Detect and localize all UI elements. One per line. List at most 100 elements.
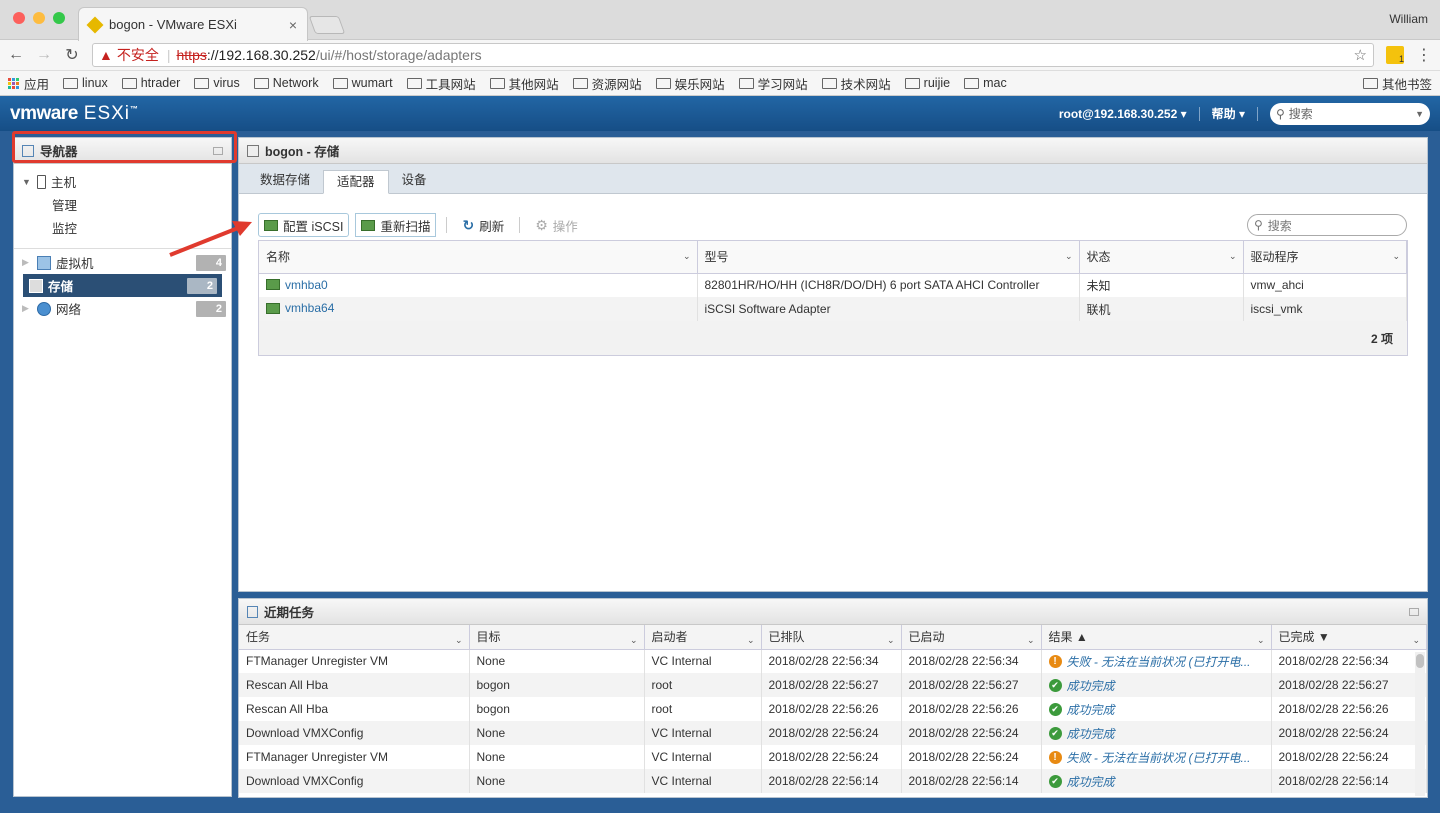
column-header[interactable]: 目标 ⌄ xyxy=(469,625,645,650)
chevron-down-icon[interactable]: ⌄ xyxy=(747,635,755,646)
bookmark-label: mac xyxy=(983,76,1007,90)
column-header[interactable]: 型号 ⌄ xyxy=(697,241,1080,274)
tab-adapters[interactable]: 适配器 xyxy=(323,170,389,194)
tab-datastores[interactable]: 数据存储 xyxy=(247,169,323,193)
table-cell: 2018/02/28 22:56:24 xyxy=(901,745,1042,769)
table-row[interactable]: Rescan All Hba bogon root 2018/02/28 22:56:… xyxy=(239,673,1427,697)
url-scheme: https xyxy=(176,47,207,63)
bookmark-apps[interactable]: 应用 xyxy=(8,74,49,93)
table-row[interactable]: Download VMXConfig None VC Internal 2018/02… xyxy=(239,721,1427,745)
refresh-button[interactable]: ↻ 刷新 xyxy=(457,213,509,237)
bookmark-3[interactable]: Network xyxy=(253,76,319,90)
nav-item-vms[interactable]: ▶ 虚拟机 4 xyxy=(14,251,231,274)
configure-iscsi-button[interactable]: 配置 iSCSI xyxy=(258,213,350,237)
column-header[interactable]: 驱动程序 ⌄ xyxy=(1243,241,1407,274)
tasks-scrollbar[interactable] xyxy=(1415,652,1425,796)
result-text[interactable]: 成功完成 xyxy=(1067,725,1115,742)
chevron-down-icon[interactable]: ⌄ xyxy=(887,635,895,646)
header-search-input[interactable]: ⚲ 搜索 ▼ xyxy=(1270,102,1430,125)
bookmark-11[interactable]: ruijie xyxy=(904,76,950,90)
help-menu[interactable]: 帮助 ▾ xyxy=(1212,105,1245,122)
adapter-name-link[interactable]: vmhba0 xyxy=(285,278,328,292)
chevron-down-icon[interactable]: ⌄ xyxy=(1027,635,1035,646)
bookmark-12[interactable]: mac xyxy=(964,76,1007,90)
browser-profile-name[interactable]: William xyxy=(1389,12,1428,26)
nav-item-network[interactable]: ▶ 网络 2 xyxy=(14,297,231,320)
column-header[interactable]: 已排队 ⌄ xyxy=(761,625,902,650)
chevron-down-icon[interactable]: ⌄ xyxy=(683,251,691,262)
folder-icon xyxy=(964,77,980,89)
bookmark-star-icon[interactable]: ☆ xyxy=(1354,46,1367,64)
column-header[interactable]: 名称 ⌄ xyxy=(259,241,698,274)
back-arrow-icon[interactable]: ← xyxy=(8,46,24,64)
browser-tab[interactable]: bogon - VMware ESXi × xyxy=(78,7,308,41)
nav-item-host[interactable]: ▼ 主机 xyxy=(14,170,231,193)
bookmark-9[interactable]: 学习网站 xyxy=(738,74,808,93)
chevron-down-icon[interactable]: ▼ xyxy=(1415,109,1424,119)
bookmark-4[interactable]: wumart xyxy=(332,76,393,90)
column-header[interactable]: 状态 ⌄ xyxy=(1079,241,1244,274)
new-tab-button[interactable] xyxy=(308,16,346,34)
chevron-down-icon[interactable]: ⌄ xyxy=(1392,251,1400,262)
zoom-window-button[interactable] xyxy=(53,12,65,24)
actions-button[interactable]: ⚙ 操作 xyxy=(530,213,583,237)
column-header[interactable]: 结果 ▲ ⌄ xyxy=(1041,625,1272,650)
table-row[interactable]: Download VMXConfig None VC Internal 2018/02… xyxy=(239,769,1427,793)
window-controls xyxy=(13,12,65,24)
reload-icon[interactable]: ↻ xyxy=(64,45,80,65)
minimize-panel-icon[interactable] xyxy=(1409,607,1419,616)
browser-menu-icon[interactable]: ⋮ xyxy=(1416,45,1432,65)
bookmark-1[interactable]: htrader xyxy=(121,76,180,90)
table-row[interactable]: Rescan All Hba bogon root 2018/02/28 22:56:… xyxy=(239,697,1427,721)
column-header[interactable]: 启动者 ⌄ xyxy=(644,625,762,650)
table-row[interactable]: vmhba0 82801HR/HO/HH (ICH8R/DO/DH) 6 port… xyxy=(259,273,1407,297)
tab-devices[interactable]: 设备 xyxy=(389,169,440,193)
result-text[interactable]: 失败 - 无法在当前状况 (已打开电... xyxy=(1067,749,1251,766)
table-row[interactable]: FTManager Unregister VM None VC Internal 20… xyxy=(239,649,1427,673)
result-text[interactable]: 成功完成 xyxy=(1067,701,1115,718)
bookmark-8[interactable]: 娱乐网站 xyxy=(655,74,725,93)
bookmarks-bar: 应用 linux htrader virus Network wumart 工具网站 其他网… xyxy=(0,71,1440,96)
expand-icon[interactable]: ▶ xyxy=(22,303,32,314)
column-header[interactable]: 任务 ⌄ xyxy=(239,625,470,650)
user-menu[interactable]: root@192.168.30.252 ▾ xyxy=(1059,107,1187,121)
chevron-down-icon[interactable]: ⌄ xyxy=(630,635,638,646)
bookmark-7[interactable]: 资源网站 xyxy=(572,74,642,93)
nav-item-monitor[interactable]: 监控 xyxy=(14,216,231,239)
address-bar[interactable]: ▲ 不安全 | https://192.168.30.252/ui/#/host… xyxy=(92,43,1374,67)
column-label: 启动者 xyxy=(651,630,688,645)
result-text[interactable]: 失败 - 无法在当前状况 (已打开电... xyxy=(1067,653,1251,670)
nav-item-manage[interactable]: 管理 xyxy=(14,193,231,216)
column-header[interactable]: 已启动 ⌄ xyxy=(901,625,1042,650)
bookmark-0[interactable]: linux xyxy=(63,76,108,90)
minimize-window-button[interactable] xyxy=(33,12,45,24)
chevron-down-icon[interactable]: ⌄ xyxy=(1257,635,1265,646)
bookmark-other[interactable]: 其他书签 xyxy=(1362,74,1432,93)
extension-icon[interactable]: 1 xyxy=(1386,46,1404,64)
table-row[interactable]: FTManager Unregister VM None VC Internal 20… xyxy=(239,745,1427,769)
folder-icon xyxy=(253,77,269,89)
bookmark-5[interactable]: 工具网站 xyxy=(406,74,476,93)
rescan-button[interactable]: 重新扫描 xyxy=(355,213,437,237)
adapters-search-input[interactable]: ⚲ 搜索 xyxy=(1247,214,1407,236)
close-tab-icon[interactable]: × xyxy=(289,17,297,33)
column-header[interactable]: 已完成 ▼ ⌄ xyxy=(1271,625,1427,650)
close-window-button[interactable] xyxy=(13,12,25,24)
adapter-name-link[interactable]: vmhba64 xyxy=(285,301,334,315)
bookmark-10[interactable]: 技术网站 xyxy=(821,74,891,93)
table-cell: None xyxy=(469,721,645,745)
tasks-table: 任务 ⌄ 目标 ⌄ 启动者 ⌄ 已排队 ⌄ 已启动 ⌄ 结果 ▲ ⌄ 已完成 ▼ ⌄ FTManager … xyxy=(239,625,1427,793)
result-text[interactable]: 成功完成 xyxy=(1067,773,1115,790)
forward-arrow-icon[interactable]: → xyxy=(36,46,52,64)
expand-icon[interactable]: ▶ xyxy=(22,257,32,268)
chevron-down-icon[interactable]: ⌄ xyxy=(1065,251,1073,262)
result-text[interactable]: 成功完成 xyxy=(1067,677,1115,694)
chevron-down-icon[interactable]: ⌄ xyxy=(455,635,463,646)
table-row[interactable]: vmhba64 iSCSI Software Adapter 联机 iscsi_vmk xyxy=(259,297,1407,321)
chevron-down-icon[interactable]: ⌄ xyxy=(1229,251,1237,262)
chevron-down-icon[interactable]: ⌄ xyxy=(1412,635,1420,646)
nav-item-storage[interactable]: 存储 2 xyxy=(23,274,222,297)
bookmark-6[interactable]: 其他网站 xyxy=(489,74,559,93)
collapse-icon[interactable]: ▼ xyxy=(22,177,32,187)
bookmark-2[interactable]: virus xyxy=(194,76,240,90)
